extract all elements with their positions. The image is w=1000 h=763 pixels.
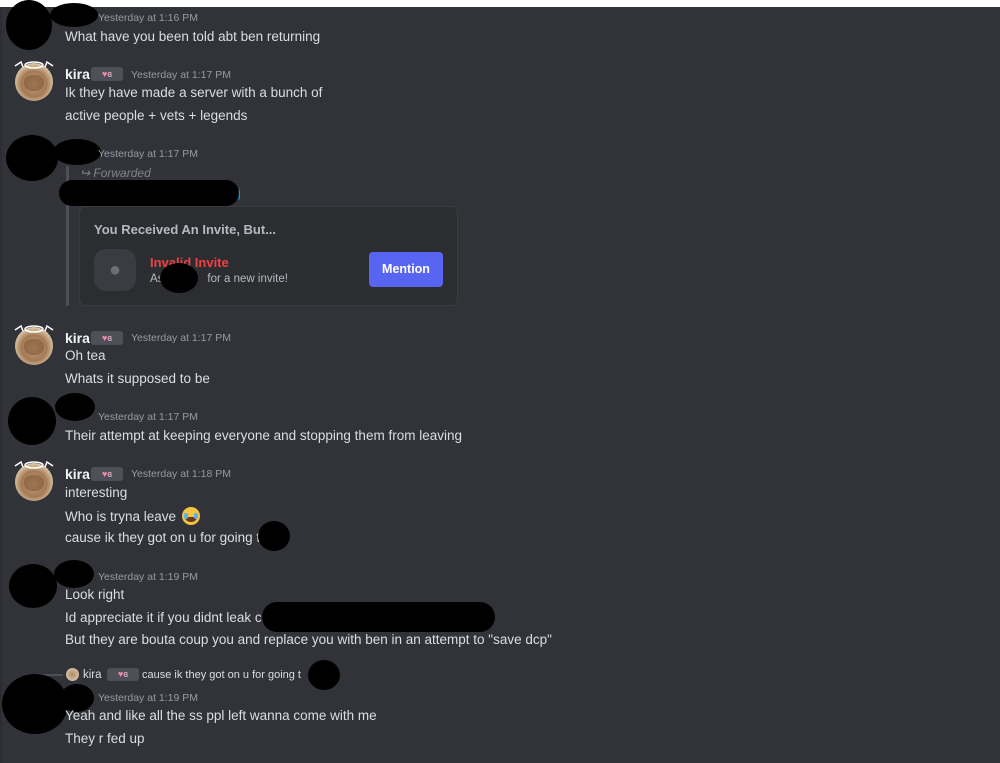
redacted-name [50,3,98,27]
link-fragment: j [238,186,241,200]
redacted-avatar [6,0,52,50]
halo-icon [14,60,54,69]
invite-title: You Received An Invite, But... [94,222,277,237]
left-edge [0,7,2,763]
halo-icon [14,324,54,333]
author-name[interactable]: kira [65,330,90,346]
message-text-with-emoji: Who is tryna leave [65,507,200,525]
server-tag[interactable]: ♥ɞ [107,668,139,681]
halo-icon [14,460,54,469]
message-text: Whats it supposed to be [65,371,210,386]
timestamp: Yesterday at 1:18 PM [131,468,232,480]
top-bar [0,0,1000,7]
message-text: active people + vets + legends [65,108,248,123]
redacted-link [59,180,239,206]
reply-avatar[interactable] [66,668,79,681]
timestamp: Yesterday at 1:19 PM [98,692,199,704]
message-text: What have you been told abt ben returnin… [65,29,321,44]
message-text: Id appreciate it if you didnt leak cu [65,610,270,625]
author-name[interactable]: kira [65,66,90,82]
timestamp: Yesterday at 1:17 PM [131,69,232,81]
timestamp: Yesterday at 1:19 PM [98,571,199,583]
guild-icon: ● [94,249,136,291]
redacted-avatar [9,564,57,608]
redacted-word [308,660,340,690]
redacted-word [160,263,198,293]
server-tag[interactable]: ♥ɞ [91,467,123,481]
crying-emoji-icon[interactable] [181,507,200,525]
server-tag[interactable]: ♥ɞ [91,67,123,81]
redacted-avatar [8,397,56,445]
reply-author[interactable]: kira [83,669,102,681]
message-text: Ik they have made a server with a bunch … [65,85,323,100]
message-text: Oh tea [65,348,106,363]
redacted-text [262,602,495,632]
message-text: Yeah and like all the ss ppl left wanna … [65,708,377,723]
timestamp: Yesterday at 1:16 PM [98,12,199,24]
mention-button[interactable]: Mention [369,252,443,287]
timestamp: Yesterday at 1:17 PM [131,332,232,344]
reply-preview[interactable]: cause ik they got on u for going t [142,669,301,681]
timestamp: Yesterday at 1:17 PM [98,411,199,423]
message-text: They r fed up [65,731,145,746]
redacted-word [258,521,290,551]
forward-icon: ↪ [80,166,94,180]
redacted-name [53,139,101,165]
invite-card: You Received An Invite, But... ● Invalid… [79,206,458,306]
forwarded-label: ↪ Forwarded [80,166,151,180]
timestamp: Yesterday at 1:17 PM [98,148,199,160]
author-name[interactable]: kira [65,466,90,482]
redacted-name [55,393,95,421]
server-tag[interactable]: ♥ɞ [91,331,123,345]
message-text: interesting [65,485,128,500]
message-text: Their attempt at keeping everyone and st… [65,428,462,443]
message-text: cause ik they got on u for going to [65,530,268,545]
redacted-name [54,560,94,588]
message-text: Look right [65,587,125,602]
redacted-avatar [2,674,68,734]
redacted-avatar [6,135,58,181]
message-text: But they are bouta coup you and replace … [65,632,552,647]
